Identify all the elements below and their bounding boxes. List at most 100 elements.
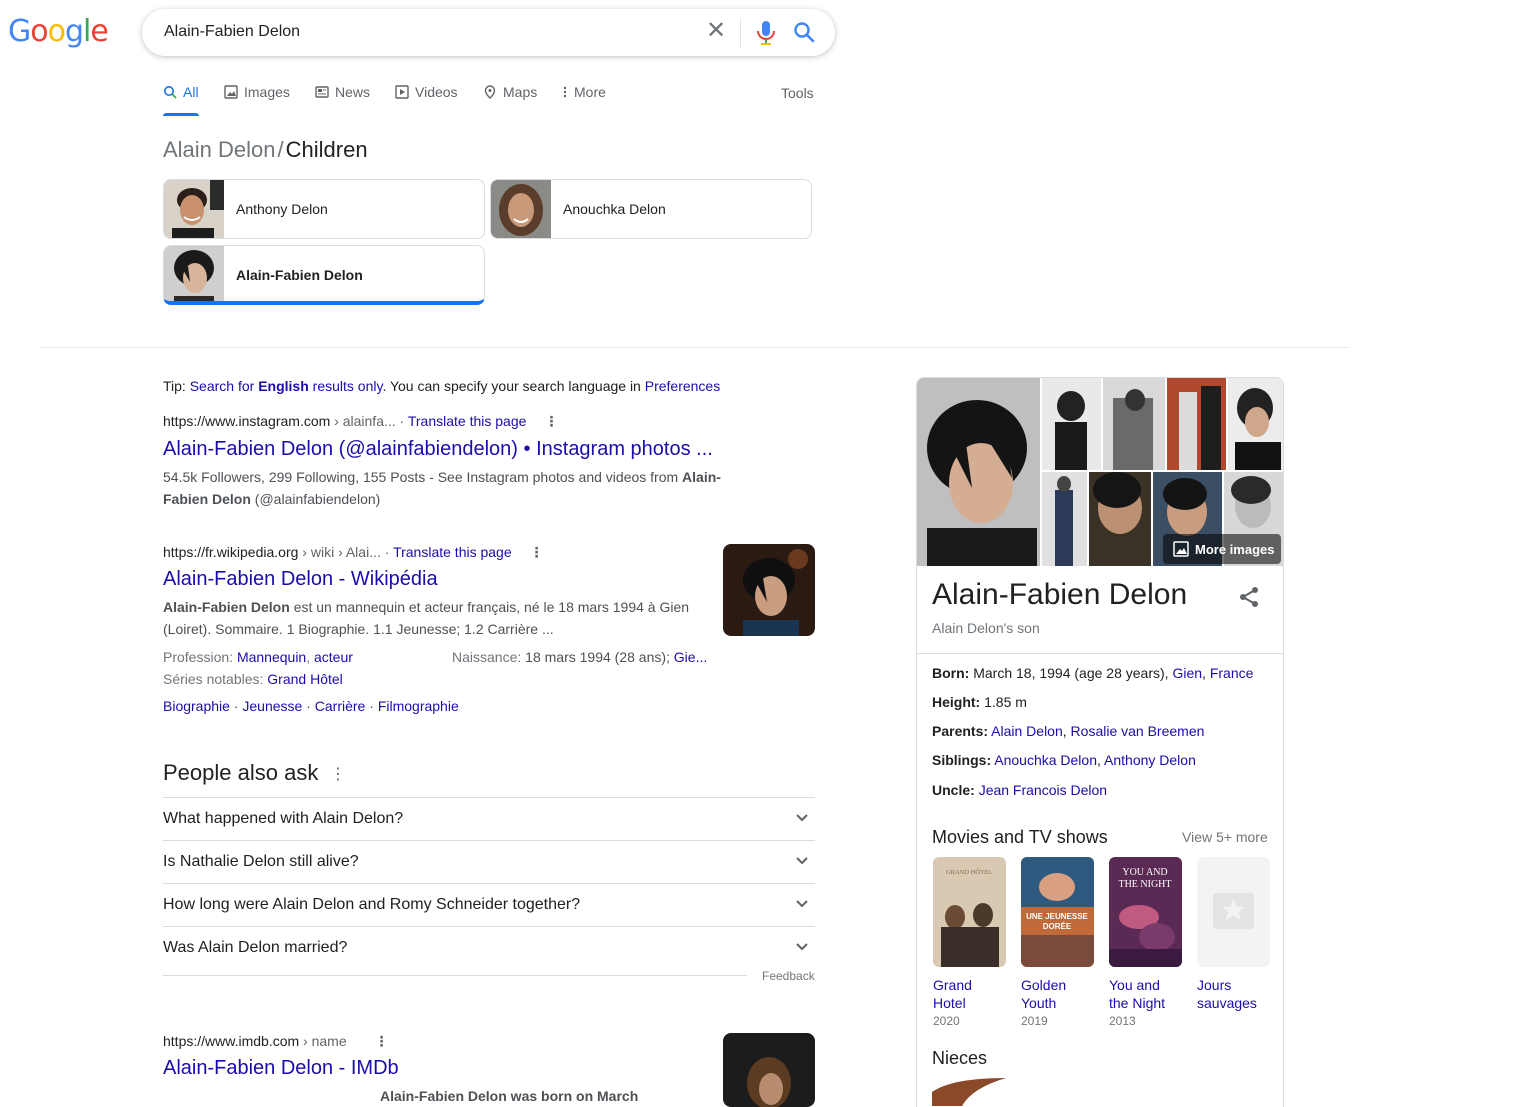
movie-card[interactable]: GRAND HÔTEL Grand Hotel 2020: [933, 857, 1007, 1028]
result-cite[interactable]: https://www.instagram.com › alainfa... ·…: [163, 413, 558, 430]
result-cite[interactable]: https://fr.wikipedia.org › wiki › Alai..…: [163, 544, 544, 561]
paa-question[interactable]: Was Alain Delon married?: [163, 926, 815, 969]
search-divider: [740, 19, 741, 47]
sitelink[interactable]: Jeunesse: [242, 698, 302, 714]
entity-name: Alain-Fabien Delon: [932, 578, 1188, 611]
search-box[interactable]: Alain-Fabien Delon ✕: [142, 9, 835, 56]
movie-card[interactable]: Jours sauvages: [1197, 857, 1271, 1012]
result-title[interactable]: Alain-Fabien Delon - IMDb: [163, 1057, 399, 1080]
view-more-link[interactable]: View 5+ more: [1182, 829, 1268, 845]
result-snippet: 54.5k Followers, 299 Following, 155 Post…: [163, 469, 721, 507]
child-card-anthony[interactable]: Anthony Delon: [163, 179, 485, 239]
image-icon: [1173, 541, 1189, 557]
result-birth: Naissance: 18 mars 1994 (28 ans); Gie...: [452, 649, 708, 665]
sitelink[interactable]: Filmographie: [378, 698, 459, 714]
fact-parents: Parents: Alain Delon, Rosalie van Breeme…: [932, 723, 1205, 739]
chevron-down-icon: [796, 857, 808, 865]
avatar: [164, 180, 224, 238]
nieces-heading: Nieces: [932, 1048, 988, 1068]
movie-poster: GRAND HÔTEL: [933, 857, 1006, 967]
chevron-down-icon: [796, 900, 808, 908]
more-options-icon[interactable]: ⋮: [375, 1033, 389, 1049]
share-icon[interactable]: [1237, 585, 1261, 609]
movie-poster: UNE JEUNESSE DORÉE: [1021, 857, 1094, 967]
avatar: [164, 246, 224, 301]
feedback-link[interactable]: Feedback: [762, 969, 815, 983]
clear-icon[interactable]: ✕: [704, 19, 728, 43]
more-options-icon[interactable]: ⋮: [530, 544, 544, 560]
result-series: Séries notables: Grand Hôtel: [163, 671, 343, 687]
tab-videos[interactable]: Videos: [395, 84, 458, 100]
svg-text:UNE JEUNESSE: UNE JEUNESSE: [1026, 912, 1088, 921]
search-icon[interactable]: [793, 21, 815, 43]
translate-link[interactable]: Translate this page: [393, 544, 512, 560]
breadcrumb-parent[interactable]: Alain Delon: [163, 137, 276, 162]
movie-card[interactable]: UNE JEUNESSE DORÉE Golden Youth 2019: [1021, 857, 1095, 1028]
result-cite[interactable]: https://www.imdb.com › name ⋮: [163, 1033, 389, 1050]
panel-divider: [917, 653, 1283, 654]
language-tip: Tip: Search for English results only. Yo…: [163, 378, 721, 394]
breadcrumb-current: Children: [285, 137, 368, 162]
child-card-anouchka[interactable]: Anouchka Delon: [490, 179, 812, 239]
tab-more[interactable]: More: [562, 84, 606, 100]
paa-heading: People also ask: [163, 760, 319, 785]
translate-link[interactable]: Translate this page: [408, 413, 527, 429]
search-input[interactable]: Alain-Fabien Delon: [164, 23, 300, 41]
paa-question[interactable]: Is Nathalie Delon still alive?: [163, 840, 815, 883]
more-options-icon[interactable]: ⋮: [544, 413, 558, 429]
fact-height: Height: 1.85 m: [932, 694, 1027, 710]
tools-button[interactable]: Tools: [781, 85, 814, 101]
movie-poster: YOU AND THE NIGHT: [1109, 857, 1182, 967]
svg-text:GRAND HÔTEL: GRAND HÔTEL: [946, 868, 992, 876]
child-name: Anthony Delon: [236, 201, 328, 217]
sitelink[interactable]: Biographie: [163, 698, 230, 714]
result-thumbnail[interactable]: [723, 1033, 815, 1107]
paa-question[interactable]: How long were Alain Delon and Romy Schne…: [163, 883, 815, 926]
child-name: Alain-Fabien Delon: [236, 267, 363, 283]
result-snippet: Alain-Fabien Delon est un mannequin et a…: [163, 599, 690, 637]
more-vert-icon: [563, 86, 567, 98]
paa-divider: [163, 975, 747, 976]
map-pin-icon: [484, 85, 496, 99]
knowledge-panel: More images Alain-Fabien Delon Alain Del…: [916, 377, 1284, 1107]
active-tab-indicator: [163, 113, 199, 116]
more-options-icon[interactable]: ⋮: [330, 764, 346, 784]
child-card-alain-fabien[interactable]: Alain-Fabien Delon: [163, 245, 485, 305]
more-images-button[interactable]: More images: [1173, 541, 1274, 557]
result-thumbnail[interactable]: [723, 544, 815, 636]
movie-card[interactable]: YOU AND THE NIGHT You and the Night 2013: [1109, 857, 1183, 1028]
tab-news[interactable]: News: [315, 84, 370, 100]
sitelinks: Biographie · Jeunesse · Carrière · Filmo…: [163, 698, 459, 714]
chevron-down-icon: [796, 943, 808, 951]
sitelink[interactable]: Carrière: [315, 698, 366, 714]
tab-maps[interactable]: Maps: [483, 84, 537, 100]
microphone-icon[interactable]: [755, 20, 777, 46]
search-icon: [164, 86, 177, 99]
breadcrumb-separator: /: [277, 137, 284, 162]
news-icon: [315, 86, 329, 98]
search-english-link[interactable]: Search for English results only: [190, 378, 383, 394]
svg-text:THE NIGHT: THE NIGHT: [1118, 879, 1171, 890]
paa-question[interactable]: What happened with Alain Delon?: [163, 797, 815, 840]
movies-heading: Movies and TV shows: [932, 827, 1108, 847]
avatar: [491, 180, 551, 238]
result-title[interactable]: Alain-Fabien Delon (@alainfabiendelon) •…: [163, 438, 713, 461]
fact-uncle: Uncle: Jean Francois Delon: [932, 782, 1108, 798]
movie-poster-placeholder: [1197, 857, 1270, 967]
breadcrumb: Alain Delon/Children: [163, 137, 368, 163]
tab-all[interactable]: All: [163, 84, 199, 100]
image-collage[interactable]: [917, 378, 1284, 566]
result-title[interactable]: Alain-Fabien Delon - Wikipédia: [163, 568, 438, 591]
preferences-link[interactable]: Preferences: [645, 378, 720, 394]
niece-thumbnail[interactable]: [932, 1078, 1006, 1106]
result-profession: Profession: Mannequin, acteur: [163, 649, 353, 665]
section-divider: [39, 347, 1349, 348]
entity-subtitle: Alain Delon's son: [932, 620, 1040, 636]
google-logo[interactable]: Google: [8, 14, 109, 49]
image-icon: [224, 85, 238, 99]
fact-born: Born: March 18, 1994 (age 28 years), Gie…: [932, 665, 1254, 681]
video-icon: [395, 85, 409, 99]
fact-siblings: Siblings: Anouchka Delon, Anthony Delon: [932, 752, 1196, 768]
child-name: Anouchka Delon: [563, 201, 666, 217]
tab-images[interactable]: Images: [224, 84, 290, 100]
